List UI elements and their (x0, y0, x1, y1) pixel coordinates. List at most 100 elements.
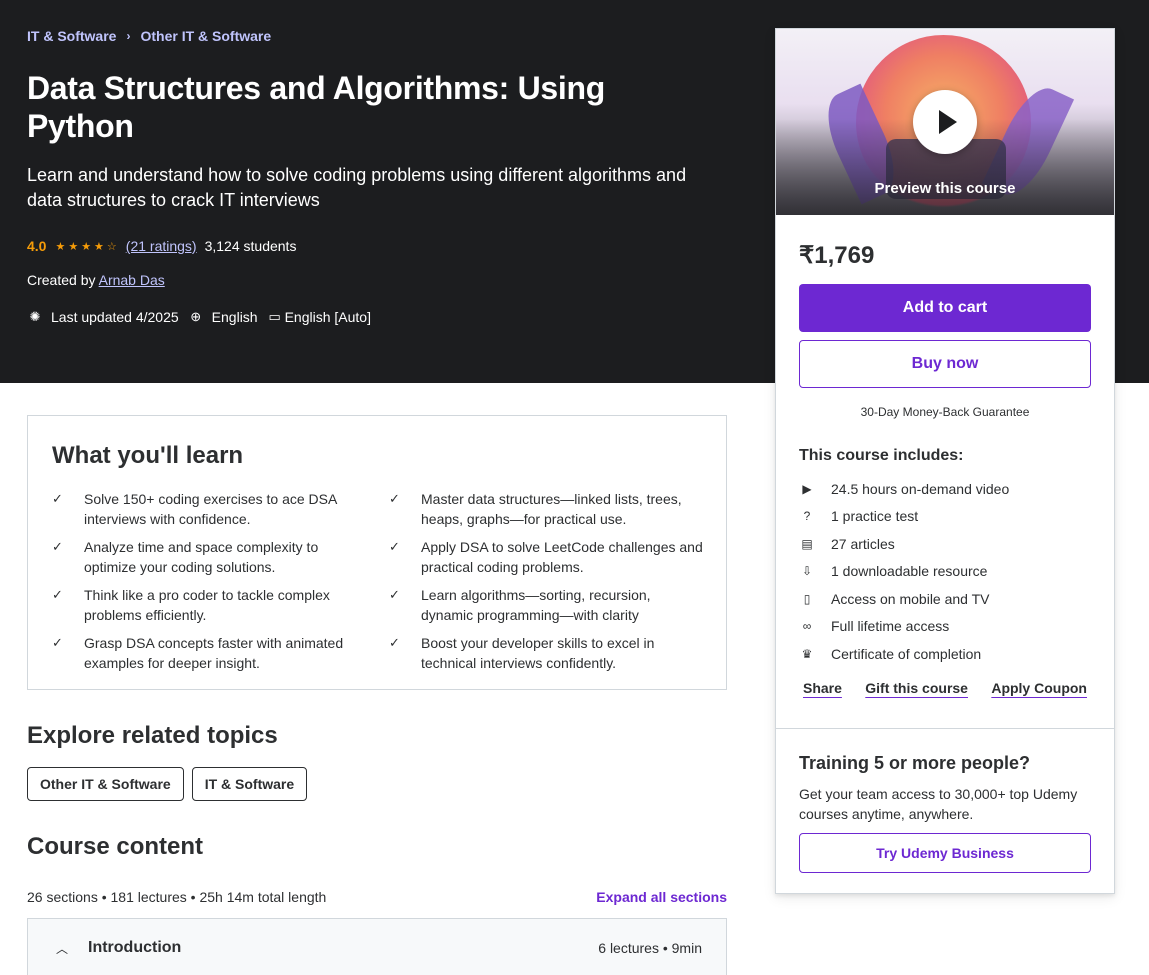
learn-title: What you'll learn (52, 442, 244, 469)
check-icon: ✓ (52, 539, 63, 554)
explore-title: Explore related topics (27, 722, 278, 749)
course-header-content: IT & Software › Other IT & Software Data… (27, 27, 727, 327)
card-divider (776, 728, 1114, 729)
rating-row: 4.0 ★★★★☆ (21 ratings) 3,124 students (27, 236, 727, 256)
apply-coupon-button[interactable]: Apply Coupon (991, 680, 1087, 696)
section-title: Introduction (88, 939, 182, 956)
check-icon: ✓ (389, 635, 400, 650)
course-subtitle: Learn and understand how to solve coding… (27, 165, 687, 210)
play-icon[interactable] (913, 90, 977, 154)
learn-list: ✓ Solve 150+ coding exercises to ace DSA … (52, 489, 712, 673)
try-udemy-business-button[interactable]: Try Udemy Business (799, 833, 1091, 873)
breadcrumb-other-it-software[interactable]: Other IT & Software (140, 28, 271, 44)
last-updated-text: Last updated 4/2025 (51, 309, 179, 325)
learn-item-text: Solve 150+ coding exercises to ace DSA i… (84, 491, 337, 527)
learn-item-text: Apply DSA to solve LeetCode challenges a… (421, 539, 703, 575)
created-by-label: Created by (27, 272, 96, 288)
buy-now-button[interactable]: Buy now (799, 340, 1091, 388)
includes-item-text: Full lifetime access (831, 618, 950, 635)
check-icon: ✓ (389, 587, 400, 602)
alert-badge-icon: ✺ (29, 309, 41, 324)
learn-item-text: Grasp DSA concepts faster with animated … (84, 635, 344, 671)
learn-item: ✓ Think like a pro coder to tackle comple… (52, 585, 389, 625)
check-icon: ✓ (52, 635, 63, 650)
learn-item: ✓ Analyze time and space complexity to op… (52, 537, 389, 577)
includes-title: This course includes: (799, 447, 964, 464)
course-meta: ✺ Last updated 4/2025 ⊕ English ▭ Englis… (27, 307, 727, 327)
card-links: Share Gift this course Apply Coupon (799, 680, 1091, 696)
globe-icon: ⊕ (190, 309, 202, 324)
course-content-summary: 26 sections • 181 lectures • 25h 14m tot… (27, 889, 727, 905)
video-icon: ▶ (802, 481, 812, 496)
learn-item: ✓ Solve 150+ coding exercises to ace DSA … (52, 489, 389, 529)
what-youll-learn: What you'll learn ✓ Solve 150+ coding exe… (27, 415, 727, 690)
preview-label: Preview this course (874, 180, 1016, 197)
learn-item: ✓ Learn algorithms—sorting, recursion, dy… (389, 585, 712, 625)
chevron-right-icon: › (126, 29, 131, 43)
instructor-link[interactable]: Arnab Das (99, 272, 165, 288)
includes-item-text: Access on mobile and TV (831, 590, 990, 607)
includes-item: ⇩ 1 downloadable resource (799, 558, 1091, 586)
purchase-card-body: ₹1,769 Add to cart Buy now 30-Day Money-… (799, 241, 1091, 696)
includes-item-text: Certificate of completion (831, 645, 982, 662)
learn-item: ✓ Boost your developer skills to excel in… (389, 633, 712, 673)
mobile-icon: ▯ (803, 591, 811, 606)
gift-course-button[interactable]: Gift this course (865, 680, 968, 696)
language-text: English (211, 309, 258, 325)
trophy-icon: ♛ (801, 646, 813, 661)
check-icon: ✓ (52, 491, 63, 506)
add-to-cart-button[interactable]: Add to cart (799, 284, 1091, 332)
includes-item: ∞ Full lifetime access (799, 613, 1091, 641)
check-icon: ✓ (389, 539, 400, 554)
captions-text: English [Auto] (284, 309, 371, 325)
learn-item-text: Master data structures—linked lists, tre… (421, 491, 682, 527)
check-icon: ✓ (52, 587, 63, 602)
purchase-card: Preview this course ₹1,769 Add to cart B… (775, 28, 1115, 894)
section-introduction[interactable]: ︿ Introduction 6 lectures • 9min (27, 918, 727, 975)
captions: ▭ English [Auto] (267, 309, 371, 325)
chevron-up-icon: ︿ (56, 941, 69, 956)
learn-item: ✓ Grasp DSA concepts faster with animated… (52, 633, 389, 673)
course-content-title: Course content (27, 833, 204, 860)
article-icon: ▤ (801, 536, 813, 551)
star-rating-icon: ★★★★☆ (55, 240, 120, 253)
learn-item: ✓ Apply DSA to solve LeetCode challenges … (389, 537, 712, 577)
last-updated: ✺ Last updated 4/2025 (27, 309, 179, 325)
includes-item: ♛ Certificate of completion (799, 640, 1091, 668)
practice-test-icon: ? (803, 509, 811, 524)
language: ⊕ English (188, 309, 258, 325)
section-info: 6 lectures • 9min (598, 940, 702, 956)
students-count: 3,124 students (204, 238, 297, 254)
learn-item-text: Learn algorithms—sorting, recursion, dyn… (421, 587, 651, 623)
includes-item-text: 1 practice test (831, 508, 919, 525)
learn-item: ✓ Master data structures—linked lists, tr… (389, 489, 712, 529)
closed-captions-icon: ▭ (268, 309, 281, 324)
includes-item-text: 24.5 hours on-demand video (831, 480, 1010, 497)
business-promo-text: Get your team access to 30,000+ top Udem… (799, 786, 1078, 822)
rating-value: 4.0 (27, 238, 47, 254)
share-button[interactable]: Share (803, 680, 842, 696)
price: ₹1,769 (799, 242, 875, 269)
topic-chip-it-software[interactable]: IT & Software (191, 767, 308, 801)
check-icon: ✓ (389, 491, 400, 506)
business-promo: Training 5 or more people? Get your team… (799, 753, 1091, 873)
course-title: Data Structures and Algorithms: Using Py… (27, 70, 606, 144)
course-preview[interactable]: Preview this course (776, 29, 1114, 215)
breadcrumb: IT & Software › Other IT & Software (27, 27, 727, 45)
breadcrumb-it-software[interactable]: IT & Software (27, 28, 116, 44)
learn-item-text: Boost your developer skills to excel in … (421, 635, 655, 671)
includes-item: ▶ 24.5 hours on-demand video (799, 475, 1091, 503)
business-promo-title: Training 5 or more people? (799, 753, 1031, 773)
includes-item: ▤ 27 articles (799, 530, 1091, 558)
includes-item-text: 27 articles (831, 535, 895, 552)
infinity-icon: ∞ (802, 619, 812, 634)
topic-chip-other-it-software[interactable]: Other IT & Software (27, 767, 184, 801)
expand-all-sections-button[interactable]: Expand all sections (596, 889, 727, 905)
includes-item-text: 1 downloadable resource (831, 563, 988, 580)
content-summary-text: 26 sections • 181 lectures • 25h 14m tot… (27, 889, 327, 905)
includes-item: ▯ Access on mobile and TV (799, 585, 1091, 613)
money-back-guarantee: 30-Day Money-Back Guarantee (860, 405, 1030, 419)
includes-item: ? 1 practice test (799, 503, 1091, 531)
related-topics: Other IT & Software IT & Software (27, 767, 308, 801)
ratings-count-link[interactable]: (21 ratings) (126, 238, 197, 254)
